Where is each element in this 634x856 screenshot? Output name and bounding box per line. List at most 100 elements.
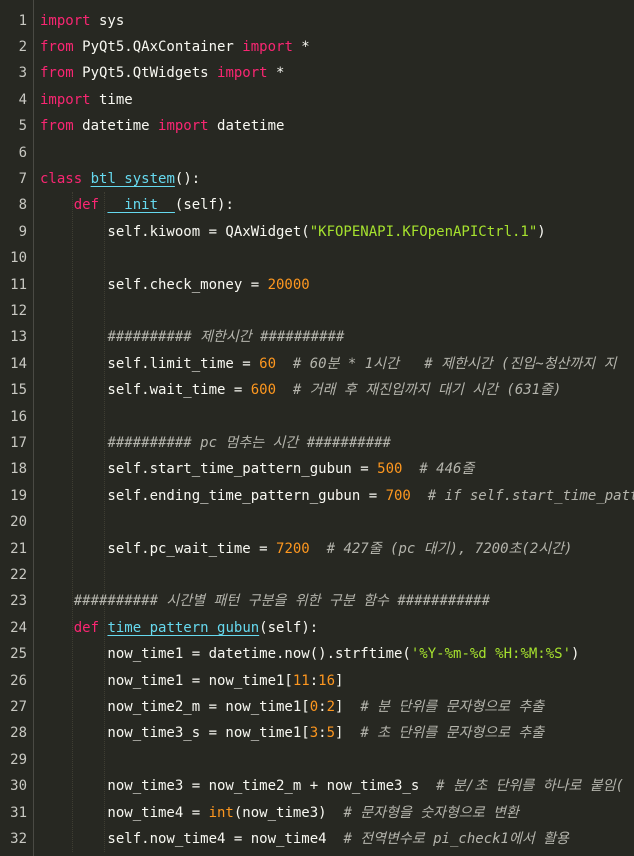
line-number: 27 — [10, 698, 27, 715]
line-number: 32 — [10, 830, 27, 847]
line-number: 21 — [10, 540, 27, 557]
number-token: 20000 — [267, 276, 310, 293]
code-line[interactable]: class btl_system(): — [40, 166, 200, 192]
number-token: 3 — [309, 725, 319, 742]
code-line[interactable]: self.limit_time = 60 # 60분 * 1시간 # 제한시간 … — [40, 351, 616, 377]
code-line[interactable]: ########## 시간별 패턴 구분을 위한 구분 함수 #########… — [40, 588, 490, 614]
code-line[interactable]: now_time1 = now_time1[11:16] — [40, 668, 343, 694]
line-number: 4 — [18, 91, 27, 108]
comment-token: # 분/초 단위를 하나로 붙임( — [436, 778, 624, 795]
line-number: 20 — [10, 514, 27, 531]
code-line[interactable]: from PyQt5.QAxContainer import * — [40, 34, 310, 60]
line-number: 19 — [10, 487, 27, 504]
code-line[interactable]: import sys — [40, 8, 124, 34]
code-token: ) — [537, 223, 546, 240]
code-area[interactable]: import sys from PyQt5.QAxContainer import… — [40, 0, 634, 856]
line-number: 28 — [10, 725, 27, 742]
number-token: 5 — [326, 725, 336, 742]
code-line[interactable]: ########## 제한시간 ########## — [40, 324, 344, 350]
code-line[interactable]: now_time4 = int(now_time3) # 문자형을 숫자형으로 … — [40, 800, 519, 826]
comment-token: # 문자형을 숫자형으로 변환 — [343, 804, 519, 821]
line-number: 5 — [18, 118, 27, 135]
builtin-token: int — [208, 804, 234, 821]
keyword-token: from — [40, 118, 74, 135]
line-number: 12 — [10, 302, 27, 319]
line-number: 15 — [10, 382, 27, 399]
code-token: self.start_time_pattern_gubun = — [40, 461, 378, 478]
code-token: ] — [335, 725, 361, 742]
line-number: 24 — [10, 619, 27, 636]
number-token: 11 — [292, 672, 310, 689]
keyword-token: import — [217, 65, 268, 82]
code-token: ) — [571, 646, 580, 663]
function-name-token: time_pattern_gubun — [107, 619, 260, 636]
code-line[interactable]: def __init__(self): — [40, 192, 234, 218]
code-line[interactable]: ########## pc 멈추는 시간 ########## — [40, 430, 391, 456]
code-line[interactable]: self.wait_time = 600 # 거래 후 재진입까지 대기 시간 … — [40, 377, 561, 403]
code-token: sys — [90, 12, 125, 29]
keyword-token: from — [40, 38, 74, 55]
code-token: now_time2_m = now_time1[ — [40, 698, 310, 715]
code-line[interactable]: def time_pattern_gubun(self): — [40, 615, 318, 641]
code-token: : — [318, 698, 327, 715]
string-token: "KFOPENAPI.KFOpenAPICtrl.1" — [309, 223, 538, 240]
code-token: ] — [335, 698, 361, 715]
code-token: ] — [335, 672, 344, 689]
number-token: 700 — [385, 487, 411, 504]
code-token: datetime — [208, 118, 285, 135]
number-token: 0 — [309, 698, 319, 715]
code-line[interactable]: self.ending_time_pattern_gubun = 700 # i… — [40, 483, 634, 509]
comment-token: # if self.start_time_pattern_ — [427, 487, 634, 504]
code-line[interactable]: self.kiwoom = QAxWidget("KFOPENAPI.KFOpe… — [40, 219, 546, 245]
keyword-token: import — [158, 118, 209, 135]
comment-token: # 분 단위를 문자형으로 추출 — [360, 698, 545, 715]
code-line[interactable]: from datetime import datetime — [40, 113, 284, 139]
number-token: 600 — [250, 382, 277, 399]
code-token: * — [267, 65, 285, 82]
comment-token: # 60분 * 1시간 # 제한시간 (진입~청산까지 지 — [292, 355, 617, 372]
code-token: * — [292, 38, 310, 55]
code-line[interactable]: now_time3 = now_time2_m + now_time3_s # … — [40, 773, 624, 799]
code-token: PyQt5.QAxContainer — [73, 38, 243, 55]
code-token: self.pc_wait_time = — [40, 540, 277, 557]
code-token: now_time1 = datetime.now().strftime( — [40, 646, 411, 663]
keyword-token: import — [40, 12, 91, 29]
code-line[interactable]: self.start_time_pattern_gubun = 500 # 44… — [40, 456, 474, 482]
code-line[interactable]: now_time2_m = now_time1[0:2] # 분 단위를 문자형… — [40, 694, 544, 720]
line-number: 9 — [18, 223, 27, 240]
code-token: : — [318, 725, 327, 742]
code-token: now_time4 = — [40, 804, 209, 821]
code-token: self.wait_time = — [40, 382, 251, 399]
keyword-token: def — [73, 619, 100, 636]
code-editor[interactable]: 1 2 3 4 5 6 7 8 9 10 11 12 13 14 15 16 17 18 19 20 21 22 23 24 2… — [0, 0, 634, 856]
line-number: 7 — [18, 170, 27, 187]
line-number: 23 — [10, 593, 27, 610]
code-line[interactable]: self.now_time4 = now_time4 # 전역변수로 pi_ch… — [40, 826, 569, 852]
code-line[interactable]: import time — [40, 87, 133, 113]
code-token: self.kiwoom = QAxWidget( — [40, 223, 310, 240]
function-name-token: __init__ — [107, 197, 175, 214]
function-name-token: btl_system — [90, 170, 175, 187]
code-token: self.limit_time = — [40, 355, 260, 372]
comment-token: # 초 단위를 문자형으로 추출 — [360, 725, 545, 742]
comment-token: # 전역변수로 pi_check1에서 활용 — [343, 830, 569, 847]
code-line[interactable]: now_time1 = datetime.now().strftime('%Y-… — [40, 641, 579, 667]
code-line[interactable]: from PyQt5.QtWidgets import * — [40, 60, 284, 86]
line-number: 16 — [10, 408, 27, 425]
code-token: self.check_money = — [40, 276, 268, 293]
line-number: 31 — [10, 804, 27, 821]
comment-token: # 427줄 (pc 대기), 7200초(2시간) — [326, 540, 573, 557]
code-token: now_time3_s = now_time1[ — [40, 725, 310, 742]
code-line[interactable]: now_time3_s = now_time1[3:5] # 초 단위를 문자형… — [40, 720, 544, 746]
number-token: 2 — [326, 698, 336, 715]
line-number: 6 — [18, 144, 27, 161]
code-line[interactable]: self.check_money = 20000 — [40, 272, 310, 298]
code-line[interactable]: self.pc_wait_time = 7200 # 427줄 (pc 대기),… — [40, 536, 572, 562]
code-token: now_time3 = now_time2_m + now_time3_s — [40, 778, 437, 795]
line-number: 1 — [18, 12, 27, 29]
